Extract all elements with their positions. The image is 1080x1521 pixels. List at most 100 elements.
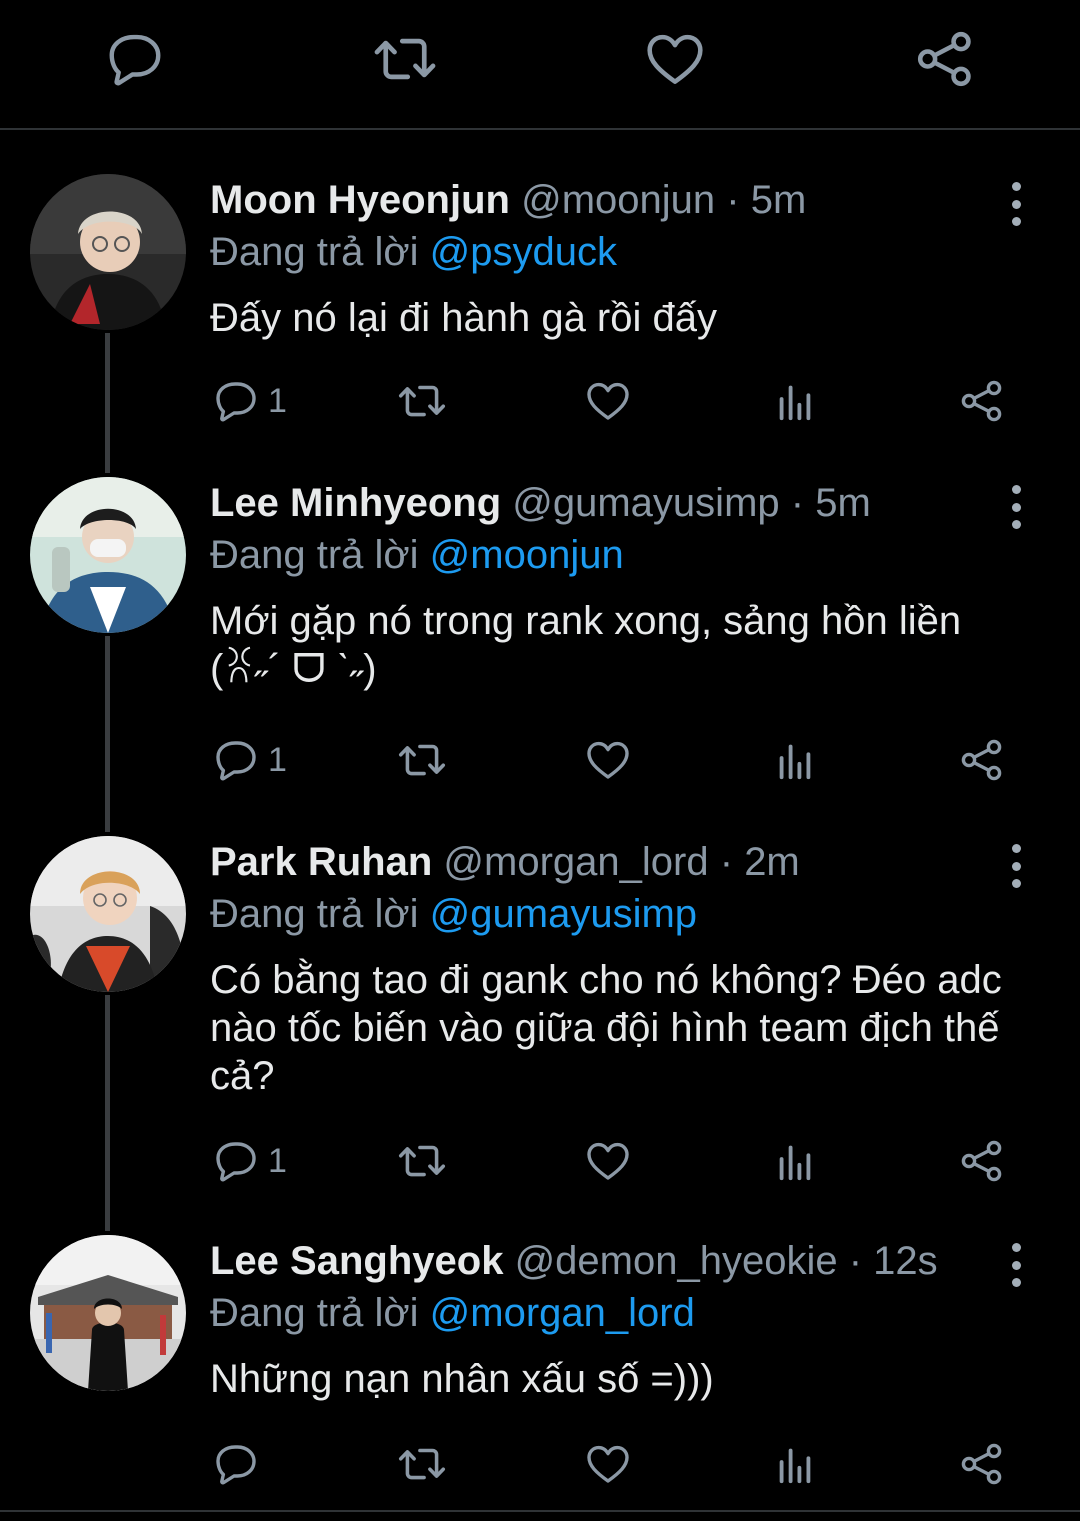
share-button[interactable] [958, 1136, 1006, 1186]
reply-icon [212, 1137, 260, 1185]
like-icon [643, 27, 707, 91]
like-icon [584, 736, 632, 784]
like-button[interactable] [584, 376, 632, 426]
mention-link[interactable]: @gumayusimp [430, 892, 697, 936]
stats-button[interactable] [772, 1439, 818, 1489]
share-icon [958, 1440, 1006, 1488]
share-icon [958, 1137, 1006, 1185]
more-icon [1011, 182, 1021, 191]
avatar[interactable] [30, 836, 186, 992]
timestamp[interactable]: 5m [815, 481, 871, 525]
tweet-header: Lee Sanghyeok @demon_hyeokie · 12s [210, 1235, 938, 1287]
more-icon [1011, 1243, 1021, 1252]
retweet-icon [397, 1439, 447, 1489]
reply-icon [104, 28, 166, 90]
share-button[interactable] [910, 24, 980, 94]
reply-icon [212, 1440, 260, 1488]
share-button[interactable] [958, 1439, 1006, 1489]
like-button[interactable] [584, 735, 632, 785]
more-options-button[interactable] [996, 182, 1036, 226]
stats-icon [772, 737, 818, 783]
reply-count: 1 [268, 740, 287, 779]
more-options-button[interactable] [996, 485, 1036, 529]
stats-button[interactable] [772, 376, 818, 426]
stats-icon [772, 1441, 818, 1487]
divider [0, 128, 1080, 130]
reply-button[interactable]: 1 [212, 735, 287, 785]
retweet-button[interactable] [397, 735, 447, 785]
retweet-icon [372, 26, 438, 92]
separator: · [719, 840, 734, 884]
share-button[interactable] [958, 376, 1006, 426]
tweet-text: Những nạn nhân xấu số =))) [210, 1357, 714, 1401]
retweet-icon [397, 735, 447, 785]
tweet-text: Đấy nó lại đi hành gà rồi đấy [210, 296, 717, 340]
username[interactable]: @moonjun [521, 178, 715, 222]
avatar[interactable] [30, 174, 186, 330]
share-icon [958, 377, 1006, 425]
more-options-button[interactable] [996, 1243, 1036, 1287]
reply-prefix: Đang trả lời [210, 892, 419, 936]
retweet-button[interactable] [397, 1439, 447, 1489]
stats-button[interactable] [772, 735, 818, 785]
mention-link[interactable]: @moonjun [430, 533, 624, 577]
tweet-header: Moon Hyeonjun @moonjun · 5m [210, 174, 806, 226]
share-button[interactable] [958, 735, 1006, 785]
reply-button[interactable]: 1 [212, 1136, 287, 1186]
retweet-button[interactable] [397, 376, 447, 426]
display-name[interactable]: Lee Sanghyeok [210, 1239, 503, 1283]
like-icon [584, 377, 632, 425]
thread-line [105, 995, 110, 1231]
like-button[interactable] [640, 24, 710, 94]
avatar[interactable] [30, 477, 186, 633]
top-action-bar [0, 0, 1080, 130]
avatar[interactable] [30, 1235, 186, 1391]
username[interactable]: @demon_hyeokie [515, 1239, 838, 1283]
reply-prefix: Đang trả lời [210, 230, 419, 274]
thread-line [105, 636, 110, 832]
timestamp[interactable]: 2m [744, 840, 800, 884]
like-button[interactable] [584, 1136, 632, 1186]
tweet-text: Mới gặp nó trong rank xong, sảng hồn liề… [210, 599, 973, 691]
reply-context: Đang trả lời @psyduck [210, 226, 617, 278]
reply-context: Đang trả lời @gumayusimp [210, 888, 697, 940]
more-icon [1011, 485, 1021, 494]
retweet-button[interactable] [370, 24, 440, 94]
separator: · [726, 178, 740, 222]
mention-link[interactable]: @morgan_lord [430, 1291, 695, 1335]
tweet-actions: 1 [0, 735, 1080, 785]
more-icon [1011, 844, 1021, 853]
display-name[interactable]: Lee Minhyeong [210, 481, 501, 525]
reply-context: Đang trả lời @moonjun [210, 529, 624, 581]
retweet-button[interactable] [397, 1136, 447, 1186]
share-icon [913, 27, 977, 91]
mention-link[interactable]: @psyduck [430, 230, 617, 274]
timestamp[interactable]: 5m [751, 178, 807, 222]
timestamp[interactable]: 12s [873, 1239, 938, 1283]
display-name[interactable]: Park Ruhan [210, 840, 432, 884]
tweet-header: Park Ruhan @morgan_lord · 2m [210, 836, 800, 888]
stats-icon [772, 1138, 818, 1184]
reply-button[interactable] [100, 24, 170, 94]
display-name[interactable]: Moon Hyeonjun [210, 178, 510, 222]
reply-prefix: Đang trả lời [210, 1291, 419, 1335]
reply-button[interactable] [212, 1439, 268, 1489]
separator: · [790, 481, 805, 525]
like-button[interactable] [584, 1439, 632, 1489]
tweet-text: Có bằng tao đi gank cho nó không? Đéo ad… [210, 958, 1013, 1098]
reply-icon [212, 377, 260, 425]
reply-count: 1 [268, 381, 287, 420]
tweet-actions: 1 [0, 376, 1080, 426]
stats-button[interactable] [772, 1136, 818, 1186]
separator: · [848, 1239, 863, 1283]
more-options-button[interactable] [996, 844, 1036, 888]
username[interactable]: @gumayusimp [512, 481, 779, 525]
retweet-icon [397, 1136, 447, 1186]
reply-icon [212, 736, 260, 784]
share-icon [958, 736, 1006, 784]
reply-button[interactable]: 1 [212, 376, 287, 426]
tweet-header: Lee Minhyeong @gumayusimp · 5m [210, 477, 871, 529]
reply-context: Đang trả lời @morgan_lord [210, 1287, 695, 1339]
reply-count: 1 [268, 1141, 287, 1180]
username[interactable]: @morgan_lord [443, 840, 708, 884]
